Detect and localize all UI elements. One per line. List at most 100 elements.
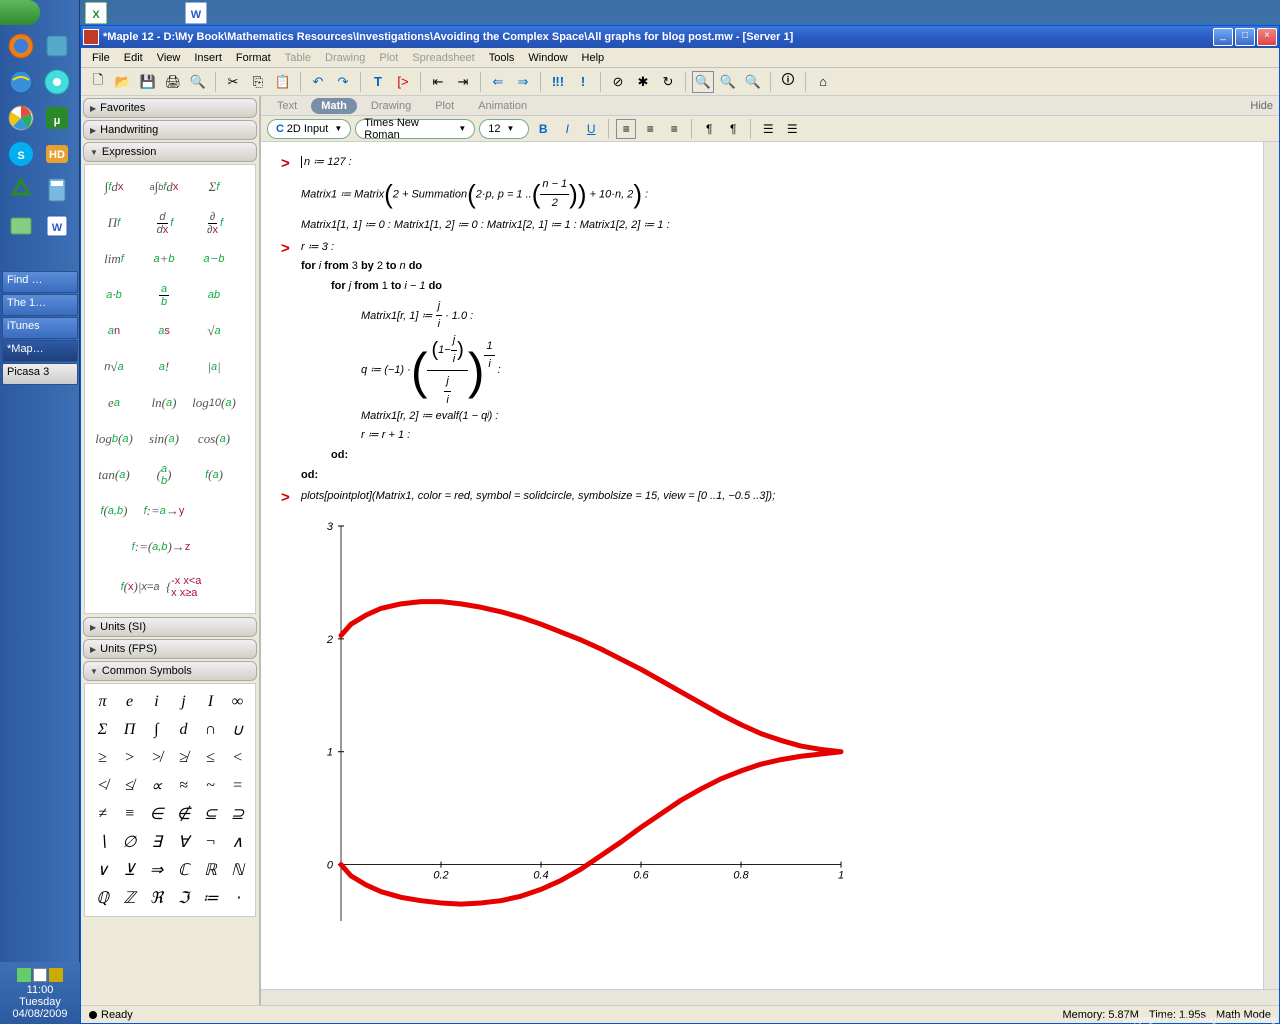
task-the1[interactable]: The 1… [2, 294, 78, 316]
tab-drawing[interactable]: Drawing [361, 98, 421, 114]
symbol-cell[interactable]: ∫ [145, 718, 168, 742]
expr-frac[interactable]: ab [141, 279, 187, 311]
task-find[interactable]: Find … [2, 271, 78, 293]
align-right-icon[interactable]: ≡ [664, 119, 684, 139]
expr-sub[interactable]: a−b [191, 243, 237, 275]
menu-insert[interactable]: Insert [187, 50, 229, 66]
menu-window[interactable]: Window [521, 50, 574, 66]
tab-text[interactable]: Text [267, 98, 307, 114]
symbol-cell[interactable]: ∖ [91, 830, 114, 854]
expr-lim[interactable]: limf [91, 243, 137, 275]
symbol-cell[interactable]: ∈ [145, 802, 168, 826]
menu-file[interactable]: File [85, 50, 117, 66]
expr-defint[interactable]: a∫bfdx [141, 171, 187, 203]
symbol-cell[interactable]: ≱ [172, 746, 195, 770]
cut-icon[interactable]: ✂ [222, 71, 244, 93]
palette-symbols[interactable]: ▼Common Symbols [83, 661, 257, 681]
symbol-cell[interactable]: ≤ [199, 746, 222, 770]
symbol-cell[interactable]: ≥ [91, 746, 114, 770]
palette-expression[interactable]: ▼Expression [83, 142, 257, 162]
symbol-cell[interactable]: d [172, 718, 195, 742]
expr-piecewise[interactable]: f(x)|x=a {-x x<ax x≥a [91, 567, 231, 607]
document-content[interactable]: > n ≔ 127 : Matrix1 ≔ Matrix(2 + Summati… [261, 142, 1263, 966]
palette-handwriting[interactable]: ▶Handwriting [83, 120, 257, 140]
zoom-fit-icon[interactable]: 🔍 [692, 71, 714, 93]
task-picasa[interactable]: Picasa 3 [2, 363, 78, 385]
symbol-cell[interactable]: I [199, 690, 222, 714]
menu-view[interactable]: View [150, 50, 188, 66]
palette-favorites[interactable]: ▶Favorites [83, 98, 257, 118]
expr-prod[interactable]: Πf [91, 207, 137, 239]
size-select[interactable]: 12▼ [479, 119, 529, 139]
menu-tools[interactable]: Tools [482, 50, 522, 66]
expr-tan[interactable]: tan(a) [91, 459, 137, 491]
symbol-cell[interactable]: ≠ [91, 802, 114, 826]
symbol-cell[interactable]: e [118, 690, 141, 714]
forward-icon[interactable]: ⇒ [512, 71, 534, 93]
prompt-icon[interactable]: [> [392, 71, 414, 93]
expr-log10[interactable]: log10(a) [191, 387, 237, 419]
word-icon[interactable]: W [40, 209, 74, 243]
symbol-cell[interactable]: ⇒ [145, 858, 168, 882]
skype-icon[interactable]: S [4, 137, 38, 171]
symbol-cell[interactable]: ≔ [199, 886, 222, 910]
symbol-cell[interactable]: ⊻ [118, 858, 141, 882]
symbol-cell[interactable]: Π [118, 718, 141, 742]
text-mode-icon[interactable]: T [367, 71, 389, 93]
itunes-icon[interactable] [40, 65, 74, 99]
shortcut-icon[interactable] [40, 29, 74, 63]
redo-icon[interactable]: ↷ [332, 71, 354, 93]
font-select[interactable]: Times New Roman▼ [355, 119, 475, 139]
task-itunes[interactable]: iTunes [2, 317, 78, 339]
symbol-cell[interactable]: ∀ [172, 830, 195, 854]
vertical-scrollbar[interactable] [1263, 142, 1279, 989]
symbol-cell[interactable]: ℤ [118, 886, 141, 910]
stop-icon[interactable]: ⊘ [607, 71, 629, 93]
symbol-cell[interactable]: Σ [91, 718, 114, 742]
expr-cos[interactable]: cos(a) [191, 423, 237, 455]
hd-icon[interactable]: HD [40, 137, 74, 171]
symbol-cell[interactable]: ∩ [199, 718, 222, 742]
minimize-button[interactable]: _ [1213, 28, 1233, 46]
outdent-icon[interactable]: ⇥ [452, 71, 474, 93]
symbol-cell[interactable]: ∃ [145, 830, 168, 854]
symbol-cell[interactable]: ⋅ [226, 886, 249, 910]
show-desktop-icon[interactable] [4, 209, 38, 243]
expr-fa[interactable]: f(a) [191, 459, 237, 491]
symbol-cell[interactable]: i [145, 690, 168, 714]
expr-fact[interactable]: a! [141, 351, 187, 383]
menu-edit[interactable]: Edit [117, 50, 150, 66]
close-button[interactable]: × [1257, 28, 1277, 46]
underline-icon[interactable]: U [581, 119, 601, 139]
new-doc-icon[interactable]: 🗋 [87, 71, 109, 93]
tab-animation[interactable]: Animation [468, 98, 537, 114]
copy-icon[interactable]: ⎘ [247, 71, 269, 93]
expr-deriv[interactable]: ddxf [141, 207, 187, 239]
symbol-cell[interactable]: ~ [199, 774, 222, 798]
symbol-cell[interactable]: ∧ [226, 830, 249, 854]
home-icon[interactable]: ⌂ [812, 71, 834, 93]
symbol-cell[interactable]: ≡ [118, 802, 141, 826]
expr-pow[interactable]: ab [191, 279, 237, 311]
para2-icon[interactable]: ¶ [723, 119, 743, 139]
symbol-cell[interactable]: ∨ [91, 858, 114, 882]
expr-sub-n[interactable]: an [91, 315, 137, 347]
expr-ln[interactable]: ln(a) [141, 387, 187, 419]
tab-plot[interactable]: Plot [425, 98, 464, 114]
expr-map2[interactable]: f:=(a,b)→z [91, 531, 231, 563]
symbol-cell[interactable]: ℑ [172, 886, 195, 910]
document-scroll[interactable]: > n ≔ 127 : Matrix1 ≔ Matrix(2 + Summati… [261, 142, 1263, 989]
start-button[interactable] [0, 0, 40, 25]
palette-units-fps[interactable]: ▶Units (FPS) [83, 639, 257, 659]
open-icon[interactable]: 📂 [112, 71, 134, 93]
numbers-icon[interactable]: ☰ [782, 119, 802, 139]
style-select[interactable]: C 2D Input▼ [267, 119, 351, 139]
menu-help[interactable]: Help [575, 50, 612, 66]
symbol-cell[interactable]: ℂ [172, 858, 195, 882]
hide-button[interactable]: Hide [1250, 100, 1273, 112]
symbol-cell[interactable]: ∉ [172, 802, 195, 826]
symbol-cell[interactable]: ≈ [172, 774, 195, 798]
ie-icon[interactable] [4, 65, 38, 99]
debug-icon[interactable]: ✱ [632, 71, 654, 93]
excel-tray-icon[interactable]: X [85, 2, 107, 24]
